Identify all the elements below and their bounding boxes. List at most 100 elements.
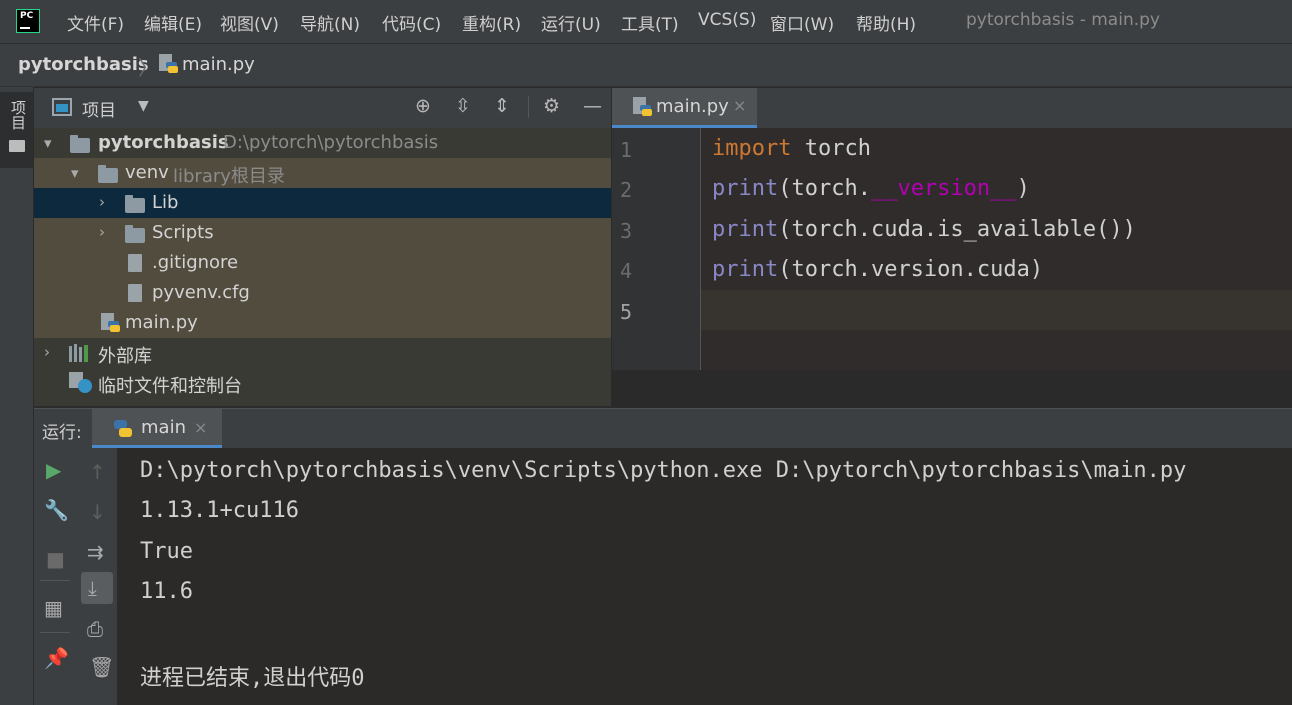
project-panel-title[interactable]: 项目 xyxy=(82,96,116,121)
chevron-right-icon[interactable]: › xyxy=(99,223,105,241)
tree-item-label: 临时文件和控制台 xyxy=(98,376,242,397)
editor-tab-label: main.py xyxy=(656,96,729,117)
tree-row-scripts[interactable] xyxy=(34,218,611,248)
tree-item-label: main.py xyxy=(125,312,198,333)
locate-file-icon[interactable]: ⊕ xyxy=(415,95,431,117)
tree-row-venv[interactable] xyxy=(34,158,611,188)
current-line-highlight xyxy=(701,290,1292,330)
tree-row-gitignore[interactable] xyxy=(34,248,611,278)
chevron-down-icon[interactable]: ▾ xyxy=(44,134,52,152)
breadcrumb-project[interactable]: pytorchbasis xyxy=(18,54,149,75)
code-line: print(torch.__version__) xyxy=(712,176,1030,201)
project-view-icon xyxy=(52,98,72,116)
pycharm-logo-icon: PC xyxy=(16,9,40,33)
close-icon[interactable]: × xyxy=(733,96,746,115)
project-panel-header xyxy=(34,88,611,128)
python-icon xyxy=(114,420,132,437)
console-line: D:\pytorch\pytorchbasis\venv\Scripts\pyt… xyxy=(140,458,1187,483)
tree-item-path: D:\pytorch\pytorchbasis xyxy=(223,132,439,153)
toolbar-divider xyxy=(528,96,529,118)
tree-item-label: .gitignore xyxy=(152,252,239,273)
run-tab-label: main xyxy=(141,417,186,438)
console-line: True xyxy=(140,539,193,564)
breadcrumb-file[interactable]: main.py xyxy=(182,54,255,75)
tree-item-label: venv xyxy=(125,162,169,183)
print-icon[interactable]: ⎙ xyxy=(87,617,103,641)
chevron-right-icon[interactable]: › xyxy=(44,343,50,361)
pin-icon[interactable]: 📌 xyxy=(44,646,69,670)
collapse-all-icon[interactable]: ⇕ xyxy=(494,95,510,117)
left-tool-stripe xyxy=(0,87,34,705)
scroll-to-end-icon: ⤓ xyxy=(88,576,97,600)
scroll-to-end-button[interactable] xyxy=(81,572,113,604)
line-number: 5 xyxy=(620,300,633,324)
breadcrumb-chevron-icon: 〉 xyxy=(138,56,158,80)
tree-row-lib[interactable] xyxy=(34,188,611,218)
folder-icon xyxy=(70,135,90,153)
line-number-gutter xyxy=(612,128,700,370)
python-file-icon xyxy=(159,54,178,73)
hide-panel-icon[interactable]: — xyxy=(583,95,602,117)
run-panel-label: 运行: xyxy=(42,423,82,443)
rerun-play-icon[interactable]: ▶ xyxy=(46,458,61,482)
menu-tools[interactable]: 工具(T) xyxy=(621,10,679,35)
dropdown-arrow-icon[interactable]: ▼ xyxy=(138,98,149,114)
menu-code[interactable]: 代码(C) xyxy=(382,10,441,35)
menu-help[interactable]: 帮助(H) xyxy=(856,10,916,35)
chevron-down-icon[interactable]: ▾ xyxy=(71,164,79,182)
trash-icon[interactable]: 🗑 xyxy=(89,655,114,679)
tree-row-pyvenv[interactable] xyxy=(34,278,611,308)
config-file-icon xyxy=(128,284,142,302)
toolbar-divider xyxy=(40,580,70,581)
wrench-icon[interactable]: 🔧 xyxy=(44,498,69,522)
console-line: 1.13.1+cu116 xyxy=(140,498,299,523)
stripe-project-label: 项目 xyxy=(9,100,27,130)
menu-view[interactable]: 视图(V) xyxy=(220,10,279,35)
line-number: 2 xyxy=(620,178,633,202)
menu-file[interactable]: 文件(F) xyxy=(67,10,124,35)
menu-edit[interactable]: 编辑(E) xyxy=(144,10,202,35)
process-exit-message: 进程已结束,退出代码0 xyxy=(140,666,365,691)
tree-item-label: 外部库 xyxy=(98,346,152,367)
tree-item-label: Scripts xyxy=(152,222,214,243)
soft-wrap-icon[interactable]: ⇉ xyxy=(87,540,104,564)
tree-item-label: pyvenv.cfg xyxy=(152,282,250,303)
python-file-icon xyxy=(101,313,120,332)
menu-window[interactable]: 窗口(W) xyxy=(770,10,834,35)
menu-navigate[interactable]: 导航(N) xyxy=(300,10,360,35)
folder-icon xyxy=(125,225,145,243)
settings-gear-icon[interactable]: ⚙ xyxy=(543,95,560,117)
scratches-console-icon xyxy=(69,372,92,393)
code-line: print(torch.version.cuda) xyxy=(712,257,1044,282)
stop-icon[interactable]: ■ xyxy=(46,547,65,571)
window-title: pytorchbasis - main.py xyxy=(966,10,1160,30)
chevron-right-icon[interactable]: › xyxy=(99,193,105,211)
run-panel-header xyxy=(34,408,1292,448)
line-number: 3 xyxy=(620,219,633,243)
folder-icon xyxy=(9,140,25,152)
layout-icon[interactable]: ▦ xyxy=(44,596,63,620)
tree-item-hint: library根目录 xyxy=(173,166,285,187)
python-file-icon xyxy=(633,97,652,116)
tree-item-label: pytorchbasis xyxy=(98,132,229,153)
folder-icon xyxy=(98,165,118,183)
arrow-up-icon[interactable]: ↑ xyxy=(89,460,106,484)
line-number: 1 xyxy=(620,138,633,162)
folder-icon xyxy=(125,195,145,213)
editor-empty-area xyxy=(612,370,1292,406)
expand-all-icon[interactable]: ⇳ xyxy=(455,95,471,117)
menu-refactor[interactable]: 重构(R) xyxy=(462,10,521,35)
code-line: import torch xyxy=(712,136,871,161)
tree-row-main-py[interactable] xyxy=(34,308,611,338)
close-icon[interactable]: × xyxy=(194,418,207,437)
library-icon xyxy=(69,344,88,362)
menu-run[interactable]: 运行(U) xyxy=(541,10,601,35)
code-line: print(torch.cuda.is_available()) xyxy=(712,217,1136,242)
tree-item-label: Lib xyxy=(152,192,179,213)
code-editor[interactable] xyxy=(701,128,1292,370)
arrow-down-icon[interactable]: ↓ xyxy=(89,500,106,524)
console-line: 11.6 xyxy=(140,579,193,604)
ignored-file-icon xyxy=(128,254,142,272)
line-number: 4 xyxy=(620,259,633,283)
menu-vcs[interactable]: VCS(S) xyxy=(698,10,756,30)
